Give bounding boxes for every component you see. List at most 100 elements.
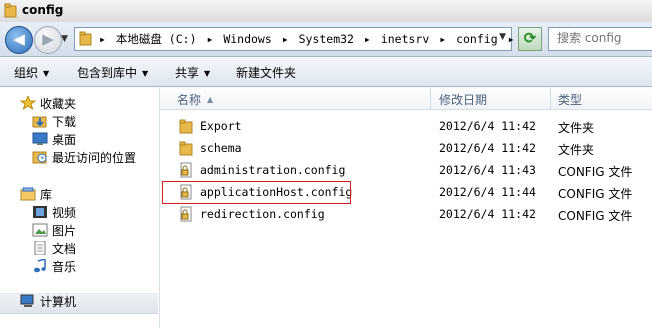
navigation-pane: 收藏夹 下载 桌面 最近访问的位置 库 视频 图片 文档 音乐 计算机: [0, 87, 160, 328]
file-name: Export: [200, 119, 242, 133]
computer-icon: [20, 294, 34, 307]
picture-icon: [32, 223, 48, 237]
file-modified: 2012/6/4 11:43: [439, 163, 536, 177]
breadcrumb-item[interactable]: 本地磁盘 (C:): [116, 32, 197, 46]
libraries-icon: [20, 187, 36, 201]
locked-config-file-icon: [180, 206, 192, 222]
sidebar-item-label: 收藏夹: [40, 97, 77, 111]
include-in-library-button[interactable]: 包含到库中 ▼: [77, 64, 148, 81]
desktop-icon: [32, 132, 48, 145]
breadcrumb-item[interactable]: inetsrv: [381, 32, 429, 46]
chevron-down-icon: ▼: [43, 69, 50, 78]
organize-label: 组织: [14, 66, 39, 80]
file-type: CONFIG 文件: [558, 209, 633, 223]
breadcrumb-item[interactable]: Windows: [223, 32, 271, 46]
sidebar-item-favorites[interactable]: 收藏夹: [20, 96, 76, 113]
chevron-down-icon: ▼: [142, 69, 149, 78]
sidebar-item-label: 下载: [52, 115, 77, 129]
search-box[interactable]: [548, 27, 652, 51]
sidebar-item-label: 最近访问的位置: [52, 151, 137, 165]
sidebar-item-label: 图片: [52, 224, 77, 238]
file-row[interactable]: schema 2012/6/4 11:42 文件夹: [160, 137, 652, 159]
history-dropdown-icon[interactable]: ▼: [61, 34, 68, 44]
file-modified: 2012/6/4 11:42: [439, 207, 536, 221]
file-type: 文件夹: [558, 143, 595, 157]
column-header-label: 名称: [177, 93, 202, 107]
breadcrumb-separator-icon[interactable]: ▸: [364, 32, 371, 46]
breadcrumb-separator-icon: ▸: [99, 32, 106, 46]
sidebar-item-label: 音乐: [52, 260, 77, 274]
include-in-library-label: 包含到库中: [77, 66, 138, 80]
file-name: schema: [200, 141, 242, 155]
sidebar-item-label: 视频: [52, 206, 77, 220]
refresh-button[interactable]: ⟳: [518, 27, 542, 51]
column-header-name[interactable]: 名称 ▲: [177, 91, 213, 108]
file-type: CONFIG 文件: [558, 165, 633, 179]
folder-icon: [179, 141, 193, 156]
download-folder-icon: [32, 116, 47, 128]
address-dropdown-icon[interactable]: ▼: [499, 32, 506, 42]
file-type: CONFIG 文件: [558, 187, 633, 201]
breadcrumb-separator-icon[interactable]: ▸: [282, 32, 289, 46]
column-divider[interactable]: [550, 87, 551, 109]
new-folder-button[interactable]: 新建文件夹: [236, 64, 296, 81]
column-header-type[interactable]: 类型: [558, 91, 582, 108]
search-input[interactable]: [557, 30, 649, 46]
file-row[interactable]: redirection.config 2012/6/4 11:42 CONFIG…: [160, 203, 652, 225]
file-modified: 2012/6/4 11:44: [439, 185, 536, 199]
star-icon: [20, 96, 36, 110]
back-button[interactable]: ◀: [5, 26, 33, 54]
navigation-bar: ◀ ▶ ▼ ▸ 本地磁盘 (C:) ▸ Windows ▸ System32 ▸…: [0, 22, 652, 57]
sidebar-item-recent-places[interactable]: 最近访问的位置: [32, 150, 136, 167]
file-name: redirection.config: [200, 207, 325, 221]
sidebar-item-documents[interactable]: 文档: [32, 241, 76, 258]
sidebar-item-label: 计算机: [40, 295, 77, 309]
file-type: 文件夹: [558, 121, 595, 135]
breadcrumb-item[interactable]: config: [456, 32, 498, 46]
folder-icon: [4, 3, 17, 18]
forward-button[interactable]: ▶: [34, 26, 62, 54]
sidebar-item-label: 桌面: [52, 133, 77, 147]
breadcrumb-separator-icon[interactable]: ▸: [508, 32, 515, 46]
file-modified: 2012/6/4 11:42: [439, 119, 536, 133]
sidebar-item-computer[interactable]: 计算机: [20, 294, 76, 311]
recent-places-icon: [32, 151, 47, 164]
sidebar-item-pictures[interactable]: 图片: [32, 223, 76, 240]
sidebar-item-videos[interactable]: 视频: [32, 205, 76, 222]
sort-ascending-icon: ▲: [207, 95, 214, 104]
file-row[interactable]: Export 2012/6/4 11:42 文件夹: [160, 115, 652, 137]
address-bar[interactable]: ▸ 本地磁盘 (C:) ▸ Windows ▸ System32 ▸ inets…: [74, 27, 515, 51]
share-button[interactable]: 共享 ▼: [175, 64, 210, 81]
music-icon: [34, 259, 46, 273]
sidebar-item-libraries[interactable]: 库: [20, 187, 52, 204]
sidebar-item-label: 库: [40, 188, 53, 202]
forward-arrow-icon: ▶: [42, 30, 54, 48]
sidebar-item-downloads[interactable]: 下载: [32, 114, 76, 131]
column-header-modified[interactable]: 修改日期: [439, 91, 487, 108]
back-arrow-icon: ◀: [13, 30, 25, 48]
locked-config-file-icon: [180, 162, 192, 178]
document-icon: [34, 241, 46, 255]
command-bar: 组织 ▼ 包含到库中 ▼ 共享 ▼ 新建文件夹: [0, 57, 652, 87]
breadcrumb-separator-icon[interactable]: ▸: [439, 32, 446, 46]
sidebar-item-desktop[interactable]: 桌面: [32, 132, 76, 149]
file-modified: 2012/6/4 11:42: [439, 141, 536, 155]
folder-icon: [179, 119, 193, 134]
sidebar-item-label: 文档: [52, 242, 77, 256]
sidebar-item-music[interactable]: 音乐: [32, 259, 76, 276]
breadcrumb-item[interactable]: System32: [299, 32, 354, 46]
folder-icon: [79, 31, 92, 46]
file-row[interactable]: administration.config 2012/6/4 11:43 CON…: [160, 159, 652, 181]
breadcrumb: ▸ 本地磁盘 (C:) ▸ Windows ▸ System32 ▸ inets…: [99, 31, 518, 47]
chevron-down-icon: ▼: [204, 69, 211, 78]
file-name: administration.config: [200, 163, 346, 177]
share-label: 共享: [175, 66, 200, 80]
video-icon: [33, 206, 47, 218]
refresh-icon: ⟳: [523, 29, 537, 47]
window-title: config: [22, 3, 64, 17]
breadcrumb-separator-icon[interactable]: ▸: [206, 32, 213, 46]
column-divider[interactable]: [430, 87, 431, 109]
organize-menu-button[interactable]: 组织 ▼: [14, 64, 49, 81]
highlight-box: [162, 181, 351, 204]
title-bar: config: [0, 0, 652, 23]
